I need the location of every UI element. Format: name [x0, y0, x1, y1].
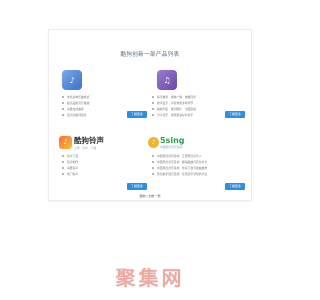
ringtone-app-icon: ♪ 酷狗铃声 上传 · 分享 · 下载 — [59, 135, 157, 150]
footer-text: 酷狗 | 创新一部 — [139, 194, 161, 198]
feature-list: 中国原创音乐基地 · 汇聚原创音乐人 中国原创音乐基地 · 翻唱歌曲与原创分享 … — [151, 153, 247, 177]
product-phone-kugou: ♪ 支持多种乐曲格式 超高品质音乐播放 海量在线曲库 强大的歌词搜索 了解更多 — [61, 70, 157, 118]
product-tagline: 中国原创音乐基地 — [160, 144, 183, 149]
feature-list: 铃声下载 铃声制作 海量铃声 热门铃声 — [61, 153, 157, 177]
product-tagline: 上传 · 分享 · 下载 — [74, 145, 97, 150]
music-note-icon: ♫ — [157, 70, 177, 90]
product-list-card: 酷狗创新一部产品列表 ♪ 支持多种乐曲格式 超高品质音乐播放 海量在线曲库 强大… — [48, 29, 252, 201]
product-name: 5sing — [160, 135, 185, 145]
product-5sing: ♪ 5sing 中国原创音乐基地 中国原创音乐基地 · 汇聚原创音乐人 中国原创… — [148, 135, 247, 190]
page-title: 酷狗创新一部产品列表 — [120, 52, 180, 58]
learn-more-button[interactable]: 了解更多 — [225, 111, 245, 118]
watermark-logo: 聚集网 — [115, 266, 185, 290]
feature-item: 原创歌手展示自我 · 实现音乐梦想的平台 — [151, 171, 247, 177]
feature-item: 热门铃声 — [61, 171, 157, 177]
learn-more-button[interactable]: 了解更多 — [127, 183, 147, 190]
learn-more-button[interactable]: 了解更多 — [127, 111, 147, 118]
phone-app-icon: ♪ — [62, 70, 82, 90]
ringtone-logo-mark-icon: ♪ — [59, 135, 72, 149]
learn-more-button[interactable]: 了解更多 — [225, 183, 245, 190]
5sing-logo-icon: ♪ 5sing 中国原创音乐基地 — [148, 135, 247, 149]
product-name: 酷狗铃声 — [74, 135, 104, 145]
5sing-mark-icon: ♪ — [148, 136, 159, 148]
product-ringtone: ♪ 酷狗铃声 上传 · 分享 · 下载 铃声下载 铃声制作 海量铃声 热门铃声 … — [59, 135, 157, 190]
product-music: ♫ 每天推荐 · 歌单广播 · 收藏同步 歌词显示 · 声音效果多样调节 播放列… — [151, 70, 247, 118]
